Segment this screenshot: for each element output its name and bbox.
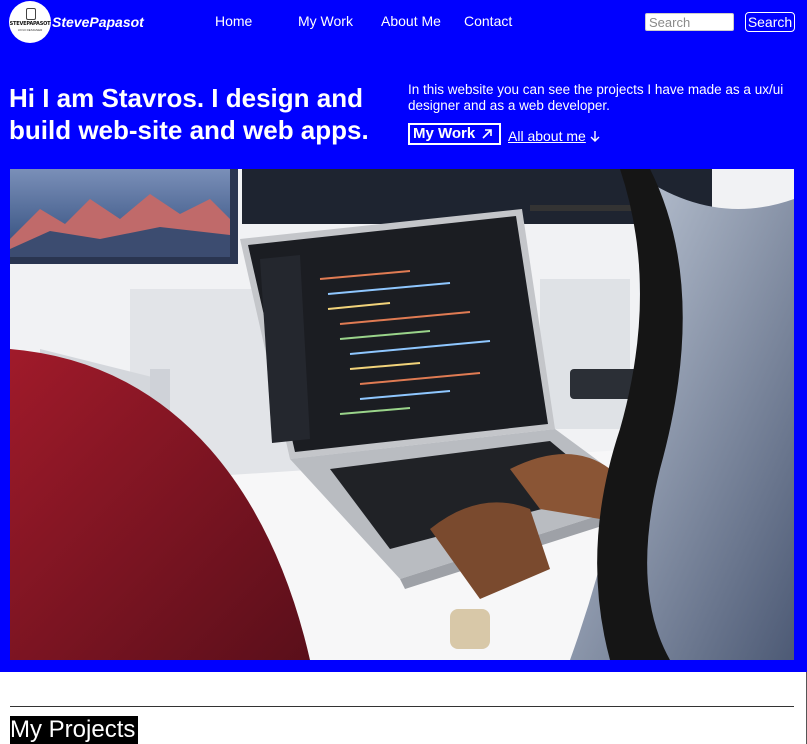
nav-my-work[interactable]: My Work	[298, 13, 353, 29]
hero-intro: In this website you can see the projects…	[408, 82, 784, 113]
about-me-link[interactable]: All about me	[508, 128, 600, 144]
arrow-down-icon	[590, 131, 600, 142]
hero-section: STEVEPAPASOT UX/UI DESIGNER StevePapasot…	[0, 0, 807, 672]
logo-text: STEVEPAPASOT	[9, 21, 51, 27]
hero-photo-illustration	[10, 169, 794, 660]
nav-home[interactable]: Home	[215, 13, 252, 29]
nav-contact[interactable]: Contact	[464, 13, 512, 29]
brand-name[interactable]: StevePapasot	[52, 14, 144, 30]
my-work-button-label: My Work	[413, 125, 476, 142]
logo-icon	[26, 8, 36, 20]
nav-about-me[interactable]: About Me	[381, 13, 441, 29]
logo[interactable]: STEVEPAPASOT UX/UI DESIGNER	[9, 1, 51, 43]
section-divider	[10, 706, 794, 707]
logo-subtext: UX/UI DESIGNER	[17, 28, 43, 32]
hero-headline: Hi I am Stavros. I design and build web-…	[9, 83, 369, 145]
projects-title: My Projects	[10, 716, 139, 744]
my-work-button[interactable]: My Work	[408, 123, 502, 145]
hero-photo	[10, 169, 794, 660]
about-me-link-label: All about me	[508, 128, 586, 144]
search-input[interactable]	[645, 13, 734, 31]
search-button[interactable]: Search	[745, 12, 795, 32]
arrow-up-right-icon	[482, 129, 493, 139]
